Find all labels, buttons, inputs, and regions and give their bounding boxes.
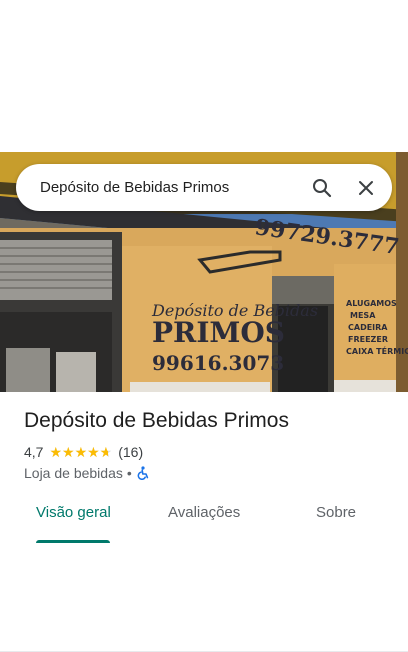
category-separator: •: [126, 465, 132, 481]
wheelchair-icon: [137, 466, 148, 480]
place-category: Loja de bebidas: [24, 465, 123, 481]
star-rating: ★★★★★ ★★★★★: [49, 445, 112, 459]
svg-text:CAIXA TÉRMICA: CAIXA TÉRMICA: [346, 345, 408, 356]
rating-row[interactable]: 4,7 ★★★★★ ★★★★★ (16): [24, 444, 143, 460]
place-tabs: Visão geral Avaliações Sobre: [0, 500, 408, 652]
category-row: Loja de bebidas •: [24, 465, 150, 481]
svg-text:MESA: MESA: [350, 311, 376, 320]
place-title: Depósito de Bebidas Primos: [24, 409, 289, 432]
svg-text:PRIMOS: PRIMOS: [152, 316, 285, 349]
stars-filled-icon: ★★★★★: [49, 445, 109, 459]
svg-text:ALUGAMOS: ALUGAMOS: [346, 299, 397, 308]
close-button[interactable]: [348, 170, 384, 206]
svg-text:99616.3073: 99616.3073: [152, 351, 284, 375]
search-input[interactable]: Depósito de Bebidas Primos: [40, 179, 304, 196]
svg-text:FREEZER: FREEZER: [348, 335, 388, 344]
tab-reviews[interactable]: Avaliações: [168, 504, 240, 521]
reviews-count[interactable]: (16): [118, 444, 143, 460]
active-tab-indicator: [36, 540, 110, 543]
tab-overview[interactable]: Visão geral: [36, 504, 111, 521]
place-info-panel: Depósito de Bebidas Primos 4,7 ★★★★★ ★★★…: [0, 392, 408, 652]
search-button[interactable]: [304, 170, 340, 206]
search-bar[interactable]: Depósito de Bebidas Primos: [16, 164, 392, 211]
rating-value: 4,7: [24, 444, 44, 460]
close-icon: [359, 180, 373, 195]
svg-text:CADEIRA: CADEIRA: [348, 323, 388, 332]
tab-about[interactable]: Sobre: [316, 504, 356, 521]
search-icon: [313, 178, 332, 197]
